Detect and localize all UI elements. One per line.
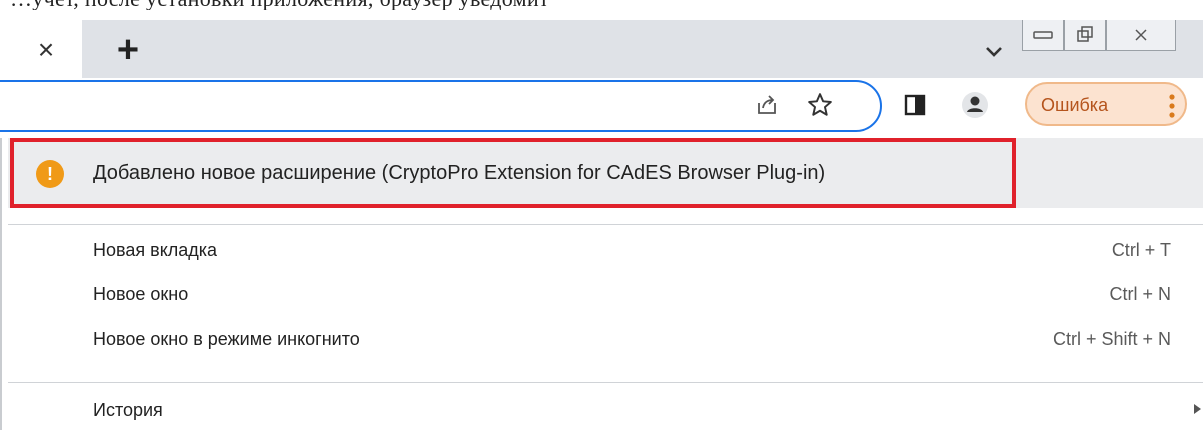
close-window-icon[interactable] <box>1106 20 1176 51</box>
caption-text: …учет, после установки приложения, брауз… <box>10 0 549 10</box>
more-vert-icon <box>1169 94 1175 118</box>
restore-icon[interactable] <box>1064 20 1106 51</box>
menu-item-new-tab[interactable]: Новая вкладка Ctrl + T <box>8 234 1203 270</box>
close-tab-icon[interactable]: × <box>30 34 62 66</box>
menu-divider <box>8 382 1203 383</box>
menu-item-shortcut: Ctrl + Shift + N <box>1052 329 1171 349</box>
tab-search-chevron-icon[interactable] <box>976 34 1012 70</box>
address-bar[interactable] <box>0 80 882 132</box>
bookmark-star-icon[interactable] <box>805 90 835 120</box>
error-menu-button[interactable]: Ошибка <box>1025 82 1187 126</box>
window-controls <box>1022 20 1176 58</box>
menu-item-shortcut: Ctrl + N <box>1109 284 1171 304</box>
menu-item-history[interactable]: История <box>8 394 1203 430</box>
browser-toolbar: Ошибка <box>0 78 1203 132</box>
menu-item-label: История <box>93 400 163 420</box>
submenu-arrow-icon <box>1194 404 1201 414</box>
menu-item-label: Новая вкладка <box>93 240 218 260</box>
menu-item-shortcut: Ctrl + T <box>1111 240 1171 260</box>
menu-left-border <box>0 138 2 430</box>
tab-strip: × + <box>0 10 1203 78</box>
cropped-caption-text: …учет, после установки приложения, брауз… <box>0 0 1203 10</box>
new-tab-button[interactable]: + <box>108 30 148 70</box>
menu-item-label: Новое окно в режиме инкогнито <box>93 329 360 349</box>
browser-menu: ! Добавлено новое расширение (CryptoPro … <box>8 138 1203 438</box>
menu-item-new-window[interactable]: Новое окно Ctrl + N <box>8 278 1203 314</box>
minimize-icon[interactable] <box>1022 20 1064 51</box>
profile-avatar-icon[interactable] <box>960 90 990 120</box>
side-panel-icon[interactable] <box>900 90 930 120</box>
error-label: Ошибка <box>1041 95 1109 115</box>
menu-item-incognito-window[interactable]: Новое окно в режиме инкогнито Ctrl + Shi… <box>8 323 1203 359</box>
red-highlight-box <box>10 138 1016 208</box>
menu-divider <box>8 224 1203 225</box>
menu-item-label: Новое окно <box>93 284 189 304</box>
share-icon[interactable] <box>752 90 782 120</box>
